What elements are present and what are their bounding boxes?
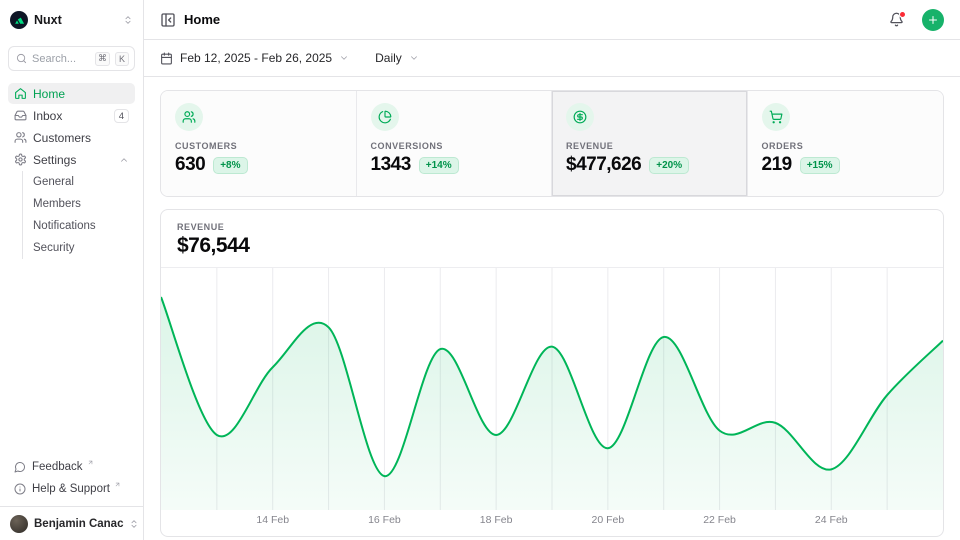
- stat-value: 630: [175, 154, 205, 176]
- stat-delta-badge: +8%: [213, 157, 247, 174]
- home-icon: [14, 87, 27, 100]
- chevron-down-icon: [339, 53, 349, 63]
- notification-dot: [899, 11, 906, 18]
- stat-label: CUSTOMERS: [175, 141, 342, 151]
- sidebar-spacer: [0, 259, 143, 456]
- chart-label: REVENUE: [177, 222, 927, 232]
- workspace-name: Nuxt: [34, 13, 117, 27]
- shopping-cart-icon: [762, 103, 790, 131]
- period-select[interactable]: Daily: [375, 51, 419, 65]
- sidebar-item-members[interactable]: Members: [33, 193, 135, 215]
- stat-value: $477,626: [566, 154, 641, 176]
- user-avatar: [10, 515, 28, 533]
- search-placeholder: Search...: [32, 53, 90, 65]
- revenue-area-chart[interactable]: [161, 268, 943, 510]
- sidebar-nav: Home Inbox 4 Customers Settings: [0, 75, 143, 259]
- external-link-icon: [87, 459, 94, 466]
- revenue-chart-card: REVENUE $76,544 14 Feb 16 Feb 18 Feb 20 Feb…: [160, 209, 944, 537]
- workspace-switcher[interactable]: Nuxt: [0, 0, 143, 40]
- x-axis-tick: 22 Feb: [703, 514, 736, 526]
- stat-card-orders[interactable]: ORDERS 219 +15%: [748, 91, 944, 196]
- x-axis-tick: 24 Feb: [815, 514, 848, 526]
- stat-label: ORDERS: [762, 141, 930, 151]
- stat-value: 1343: [371, 154, 411, 176]
- users-icon: [175, 103, 203, 131]
- feedback-link[interactable]: Feedback: [8, 456, 135, 478]
- stat-delta-badge: +20%: [649, 157, 689, 174]
- nuxt-logo-icon: [10, 11, 28, 29]
- x-axis-tick: 14 Feb: [256, 514, 289, 526]
- dashboard-app: Nuxt Search... ⌘ K Home: [0, 0, 960, 540]
- stat-label: REVENUE: [566, 141, 733, 151]
- chevron-up-icon: [119, 155, 129, 165]
- add-button[interactable]: [922, 9, 944, 31]
- main-area: Home Feb 12, 2025 - Feb 26, 2025 Daily: [144, 0, 960, 540]
- chevrons-up-down-icon: [123, 15, 133, 25]
- sidebar-item-general[interactable]: General: [33, 171, 135, 193]
- kbd-meta: ⌘: [95, 52, 110, 66]
- settings-submenu: General Members Notifications Security: [22, 171, 135, 259]
- info-circle-icon: [14, 483, 26, 495]
- stat-label: CONVERSIONS: [371, 141, 538, 151]
- stat-delta-badge: +14%: [419, 157, 459, 174]
- gear-icon: [14, 153, 27, 166]
- stat-delta-badge: +15%: [800, 157, 840, 174]
- chart-value: $76,544: [177, 234, 927, 258]
- external-link-icon: [114, 481, 121, 488]
- stat-value: 219: [762, 154, 792, 176]
- stats-row: CUSTOMERS 630 +8% CONVERSIONS 1343 +14%: [160, 90, 944, 197]
- notifications-button[interactable]: [889, 12, 904, 27]
- sidebar: Nuxt Search... ⌘ K Home: [0, 0, 144, 540]
- page-title: Home: [184, 12, 881, 27]
- x-axis-tick: 20 Feb: [591, 514, 624, 526]
- user-name: Benjamin Canac: [34, 518, 123, 530]
- stat-card-conversions[interactable]: CONVERSIONS 1343 +14%: [357, 91, 553, 196]
- x-axis: 14 Feb 16 Feb 18 Feb 20 Feb 22 Feb 24 Feb: [161, 510, 943, 530]
- user-menu[interactable]: Benjamin Canac: [0, 506, 143, 540]
- sidebar-item-settings[interactable]: Settings: [8, 149, 135, 170]
- filters-toolbar: Feb 12, 2025 - Feb 26, 2025 Daily: [144, 40, 960, 77]
- x-axis-tick: 18 Feb: [480, 514, 513, 526]
- message-circle-icon: [14, 461, 26, 473]
- inbox-icon: [14, 109, 27, 122]
- sidebar-item-notifications[interactable]: Notifications: [33, 215, 135, 237]
- x-axis-tick: 16 Feb: [368, 514, 401, 526]
- chart-pie-icon: [371, 103, 399, 131]
- stat-card-customers[interactable]: CUSTOMERS 630 +8%: [161, 91, 357, 196]
- help-support-link[interactable]: Help & Support: [8, 478, 135, 500]
- content-area: CUSTOMERS 630 +8% CONVERSIONS 1343 +14%: [144, 77, 960, 540]
- sidebar-item-customers[interactable]: Customers: [8, 127, 135, 148]
- collapse-sidebar-button[interactable]: [160, 12, 176, 28]
- search-icon: [16, 53, 27, 64]
- sidebar-item-inbox[interactable]: Inbox 4: [8, 105, 135, 126]
- kbd-k: K: [115, 52, 129, 66]
- users-icon: [14, 131, 27, 144]
- sidebar-item-home[interactable]: Home: [8, 83, 135, 104]
- search-input[interactable]: Search... ⌘ K: [8, 46, 135, 71]
- calendar-icon: [160, 52, 173, 65]
- date-range-picker[interactable]: Feb 12, 2025 - Feb 26, 2025: [160, 51, 349, 65]
- chart-header: REVENUE $76,544: [161, 210, 943, 268]
- chevron-down-icon: [409, 53, 419, 63]
- sidebar-footer: Feedback Help & Support: [0, 456, 143, 506]
- chevrons-up-down-icon: [129, 519, 139, 529]
- circle-dollar-icon: [566, 103, 594, 131]
- sidebar-item-security[interactable]: Security: [33, 237, 135, 259]
- page-header: Home: [144, 0, 960, 40]
- inbox-count-badge: 4: [114, 109, 129, 123]
- stat-card-revenue[interactable]: REVENUE $477,626 +20%: [552, 91, 748, 196]
